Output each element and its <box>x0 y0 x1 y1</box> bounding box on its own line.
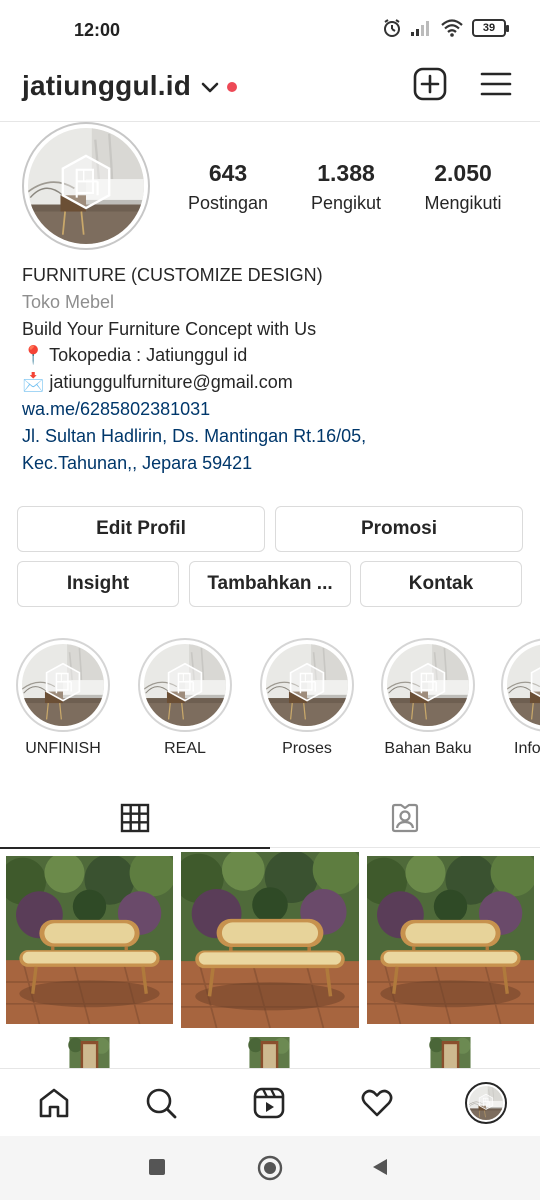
profile-header: jatiunggul.id <box>0 60 540 122</box>
tagged-person-icon <box>391 803 419 833</box>
stat-following[interactable]: 2.050 Mengikuti <box>403 160 523 214</box>
bio-line-tagline: Build Your Furniture Concept with Us <box>22 318 317 339</box>
grid-icon <box>120 803 150 833</box>
bio-address-line1[interactable]: Jl. Sultan Hadlirin, Ds. Mantingan Rt.16… <box>22 423 522 450</box>
stat-followers-value: 1.388 <box>317 160 375 186</box>
insight-button[interactable]: Insight <box>17 561 179 607</box>
bio-address-line2[interactable]: Kec.Tahunan,, Jepara 59421 <box>22 450 522 477</box>
highlight-label: UNFINISH <box>25 740 101 757</box>
stat-followers-label: Pengikut <box>310 193 382 213</box>
nav-profile[interactable] <box>465 1082 507 1124</box>
heart-icon <box>361 1089 393 1117</box>
system-navigation-bar <box>0 1136 540 1200</box>
recent-apps-icon[interactable] <box>148 1158 166 1176</box>
edit-profile-button[interactable]: Edit Profil <box>17 506 265 552</box>
stat-followers[interactable]: 1.388 Pengikut <box>286 160 406 214</box>
highlight-label: Proses <box>282 740 332 757</box>
bio-line-tokopedia: 📍 Tokopedia : Jatiunggul id <box>22 345 248 366</box>
highlight-unfinish[interactable]: UNFINISH <box>13 638 113 758</box>
contact-button[interactable]: Kontak <box>360 561 522 607</box>
post-thumbnail[interactable] <box>367 856 534 1024</box>
back-triangle-icon[interactable] <box>370 1157 390 1177</box>
stat-following-value: 2.050 <box>434 160 492 186</box>
bio-line-email: 📩 jatiunggulfurniture@gmail.com <box>22 372 293 393</box>
stat-following-label: Mengikuti <box>424 193 502 213</box>
stat-posts-value: 643 <box>208 160 248 186</box>
tab-tagged[interactable] <box>270 788 540 848</box>
username[interactable]: jatiunggul.id <box>22 70 191 102</box>
plus-square-icon[interactable] <box>412 66 448 102</box>
highlight-cover <box>381 638 475 732</box>
bottom-navigation <box>0 1068 540 1136</box>
highlight-info[interactable]: Info <box>498 638 540 758</box>
stat-posts-label: Postingan <box>187 193 269 213</box>
bio-link[interactable]: wa.me/6285802381031 <box>22 396 522 423</box>
avatar-image <box>28 128 144 244</box>
multi-post-icon <box>329 1043 345 1059</box>
nav-home[interactable] <box>34 1083 74 1123</box>
alarm-icon <box>384 19 400 37</box>
home-icon <box>39 1088 69 1118</box>
profile-bio: FURNITURE (CUSTOMIZE DESIGN) Toko Mebel … <box>22 262 522 476</box>
highlight-info-clip: Info <box>498 638 540 768</box>
post-thumbnail[interactable] <box>181 852 359 1028</box>
tab-posts-grid[interactable] <box>0 788 270 849</box>
highlight-label: Bahan Baku <box>384 740 472 757</box>
home-circle-icon[interactable] <box>257 1155 283 1181</box>
search-icon <box>146 1088 177 1119</box>
highlight-bahan-baku[interactable]: Bahan Baku <box>378 638 478 758</box>
highlight-cover <box>260 638 354 732</box>
add-more-button[interactable]: Tambahkan ... <box>189 561 351 607</box>
profile-name: FURNITURE (CUSTOMIZE DESIGN) <box>22 265 323 285</box>
nav-activity[interactable] <box>357 1083 397 1123</box>
profile-category: Toko Mebel <box>22 291 115 312</box>
signal-icon <box>411 21 429 36</box>
reels-icon <box>253 1087 285 1119</box>
post-thumbnail[interactable] <box>6 856 173 1024</box>
battery-icon: 39 <box>472 19 509 37</box>
status-bar: 12:00 39 <box>0 0 540 60</box>
promotion-button[interactable]: Promosi <box>275 506 523 552</box>
nav-search[interactable] <box>141 1083 181 1123</box>
nav-reels[interactable] <box>249 1083 289 1123</box>
status-time: 12:00 <box>74 20 121 40</box>
active-tab-indicator <box>0 847 270 849</box>
highlight-real[interactable]: REAL <box>135 638 235 758</box>
chevron-down-icon[interactable] <box>200 80 220 96</box>
hamburger-menu-icon[interactable] <box>478 68 514 100</box>
highlight-proses[interactable]: Proses <box>257 638 357 758</box>
stat-posts[interactable]: 643 Postingan <box>168 160 288 214</box>
highlight-cover <box>138 638 232 732</box>
wifi-icon <box>441 19 463 37</box>
status-icons: 39 <box>382 18 509 38</box>
highlight-label: Info <box>514 740 540 757</box>
highlight-cover <box>16 638 110 732</box>
profile-tabs <box>0 788 540 849</box>
highlight-cover <box>501 638 540 732</box>
highlight-label: REAL <box>164 740 206 757</box>
notification-dot <box>227 82 237 92</box>
battery-level: 39 <box>482 22 496 34</box>
profile-avatar[interactable] <box>22 122 150 250</box>
profile-avatar-icon <box>465 1082 507 1124</box>
